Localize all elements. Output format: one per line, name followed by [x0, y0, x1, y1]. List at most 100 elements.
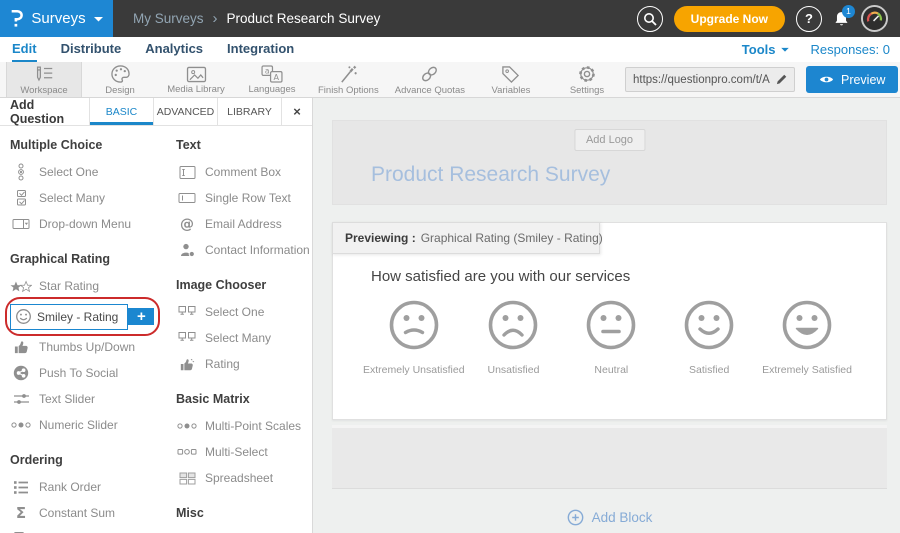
rank-order-icon	[10, 480, 32, 495]
panel-tab-advanced[interactable]: ADVANCED	[154, 98, 218, 125]
multi-point-icon	[176, 420, 198, 432]
question-type-comment-box[interactable]: Comment Box	[176, 159, 312, 185]
notifications-button[interactable]: 1	[833, 10, 850, 28]
nav-tabs: Edit Distribute Analytics Integration	[0, 37, 294, 62]
section-title: Image Chooser	[176, 278, 312, 292]
panel-tab-library[interactable]: LIBRARY	[218, 98, 282, 125]
toolbar-item-advance-quotas[interactable]: Advance Quotas	[387, 62, 473, 97]
toolbar-item-media-library[interactable]: Media Library	[158, 62, 234, 97]
brand-label: Surveys	[31, 10, 85, 27]
toolbar-item-languages[interactable]: aALanguages	[234, 62, 310, 97]
add-logo-button[interactable]: Add Logo	[574, 129, 645, 151]
question-type-text-slider[interactable]: Text Slider	[10, 386, 162, 412]
question-type-drag-and-drop[interactable]: Drag and Drop	[10, 526, 162, 533]
smiley-icon	[11, 305, 32, 329]
toolbar-item-design[interactable]: Design	[82, 62, 158, 97]
add-question-panel: Add Question BASICADVANCEDLIBRARY × Mult…	[0, 98, 313, 533]
question-type-select-many[interactable]: Select Many	[10, 185, 162, 211]
toolbar-item-label: Languages	[248, 84, 295, 95]
upgrade-now-button[interactable]: Upgrade Now	[674, 6, 785, 32]
smiley-option-satisfied[interactable]: Satisfied	[660, 299, 758, 376]
question-type-spreadsheet[interactable]: Spreadsheet	[176, 465, 312, 491]
question-type-label: Rating	[205, 357, 240, 371]
survey-header-block: Add Logo Product Research Survey	[332, 120, 887, 205]
pencil-icon[interactable]	[776, 74, 787, 85]
nav-tab-integration[interactable]: Integration	[227, 37, 294, 62]
question-type-thumbs-up-down[interactable]: Thumbs Up/Down	[10, 334, 162, 360]
question-type-rating[interactable]: Rating	[176, 351, 312, 377]
nav-tab-analytics[interactable]: Analytics	[145, 37, 203, 62]
question-type-single-row-text[interactable]: Single Row Text	[176, 185, 312, 211]
survey-title[interactable]: Product Research Survey	[371, 163, 610, 187]
question-type-select-one[interactable]: Select One	[176, 299, 312, 325]
add-smiley-rating-button[interactable]: +	[128, 308, 154, 325]
notification-badge: 1	[842, 5, 855, 18]
question-type-numeric-slider[interactable]: Numeric Slider	[10, 412, 162, 438]
toolbar-item-workspace[interactable]: Workspace	[6, 62, 82, 97]
advance-quotas-icon	[419, 64, 440, 84]
toolbar-item-label: Media Library	[167, 84, 225, 95]
sigma-icon: Σ	[10, 505, 32, 521]
multi-select-icon	[176, 446, 198, 458]
survey-url-field[interactable]: https://questionpro.com/t/A	[625, 67, 795, 92]
question-type-label: Comment Box	[205, 165, 281, 179]
responses-count[interactable]: Responses: 0	[811, 42, 891, 57]
text-slider-icon	[10, 392, 32, 406]
question-type-select-many[interactable]: Select Many	[176, 325, 312, 351]
question-type-multi-point-scales[interactable]: Multi-Point Scales	[176, 413, 312, 439]
toolbar-right: https://questionpro.com/t/A Preview	[625, 62, 900, 97]
brand-logo[interactable]: Surveys	[0, 0, 113, 37]
question-type-contact-information[interactable]: Contact Information	[176, 237, 312, 263]
nav-tab-edit[interactable]: Edit	[12, 37, 37, 62]
gauge-avatar-icon	[863, 7, 886, 30]
help-button[interactable]: ?	[796, 6, 822, 32]
question-type-label: Push To Social	[39, 366, 118, 380]
question-type-label: Select Many	[39, 191, 105, 205]
plus-circle-icon	[567, 509, 584, 526]
toolbar-item-finish-options[interactable]: Finish Options	[310, 62, 387, 97]
breadcrumb-my-surveys[interactable]: My Surveys	[133, 11, 204, 26]
question-type-label: Multi-Select	[205, 445, 268, 459]
question-type-multi-select[interactable]: Multi-Select	[176, 439, 312, 465]
preview-button[interactable]: Preview	[806, 66, 898, 93]
question-type-smiley-rating[interactable]: Smiley - Rating	[10, 304, 128, 330]
question-type-label: Star Rating	[39, 279, 99, 293]
user-avatar[interactable]	[861, 5, 888, 32]
question-type-smiley-rating-highlighted: Smiley - Rating+	[10, 303, 154, 330]
smiley-rating-scale: Extremely UnsatisfiedUnsatisfiedNeutralS…	[363, 299, 856, 376]
search-button[interactable]	[637, 6, 663, 32]
panel-tab-basic[interactable]: BASIC	[90, 98, 154, 125]
section-title: Ordering	[10, 453, 162, 467]
nav-tab-distribute[interactable]: Distribute	[61, 37, 122, 62]
question-type-label: Select One	[205, 305, 264, 319]
question-type-label: Multi-Point Scales	[205, 419, 301, 433]
toolbar-item-settings[interactable]: Settings	[549, 62, 625, 97]
question-type-rank-order[interactable]: Rank Order	[10, 474, 162, 500]
add-block-button[interactable]: Add Block	[332, 509, 887, 526]
question-type-email-address[interactable]: @Email Address	[176, 211, 312, 237]
image-multi-icon	[176, 331, 198, 345]
question-text[interactable]: How satisfied are you with our services	[371, 268, 630, 285]
breadcrumb: My Surveys › Product Research Survey	[133, 10, 380, 27]
add-block-label: Add Block	[592, 510, 653, 525]
question-type-select-one[interactable]: Select One	[10, 159, 162, 185]
at-icon: @	[176, 216, 198, 232]
question-type-label: Drop-down Menu	[39, 217, 131, 231]
question-type-drop-down-menu[interactable]: Drop-down Menu	[10, 211, 162, 237]
section-text: TextComment BoxSingle Row Text@Email Add…	[176, 138, 312, 263]
question-type-push-to-social[interactable]: Push To Social	[10, 360, 162, 386]
toolbar-item-label: Design	[105, 85, 135, 96]
smiley-option-neutral[interactable]: Neutral	[562, 299, 660, 376]
close-panel-button[interactable]: ×	[282, 98, 312, 125]
smiley-option-unsatisfied[interactable]: Unsatisfied	[465, 299, 563, 376]
tools-menu[interactable]: Tools	[742, 42, 789, 57]
smiley-option-extremely-unsatisfied[interactable]: Extremely Unsatisfied	[363, 299, 465, 376]
section-multiple-choice: Multiple ChoiceSelect OneSelect ManyDrop…	[10, 138, 162, 237]
nav-right: Tools Responses: 0	[742, 37, 900, 62]
question-type-constant-sum[interactable]: ΣConstant Sum	[10, 500, 162, 526]
section-title: Basic Matrix	[176, 392, 312, 406]
questionpro-logo-icon	[10, 8, 23, 29]
question-type-star-rating[interactable]: Star Rating	[10, 273, 162, 299]
smiley-option-extremely-satisfied[interactable]: Extremely Satisfied	[758, 299, 856, 376]
toolbar-item-variables[interactable]: Variables	[473, 62, 549, 97]
